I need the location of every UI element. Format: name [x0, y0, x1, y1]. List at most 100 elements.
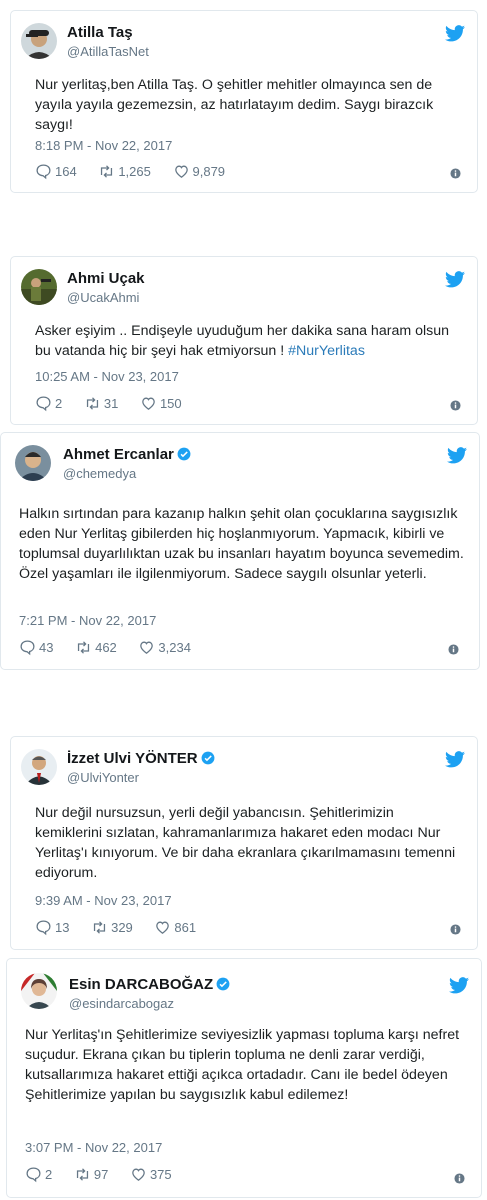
heart-icon — [132, 1168, 145, 1181]
author-handle[interactable]: @chemedya — [63, 466, 136, 482]
tweet-text: Nur yerlitaş,ben Atilla Taş. O şehitler … — [35, 77, 434, 133]
retweet-count: 329 — [111, 920, 133, 935]
author-name[interactable]: Ahmi Uçak — [67, 270, 145, 288]
like-button[interactable]: 9,879 — [173, 163, 226, 181]
reply-icon — [36, 164, 51, 180]
heart-icon — [140, 641, 154, 654]
avatar-suit-man-icon — [21, 749, 57, 785]
tweet-card: Ahmet Ercanlar @chemedya Halkın sırtında… — [0, 432, 480, 670]
tweet-actions: 2 97 375 — [25, 1166, 190, 1184]
reply-button[interactable]: 43 — [19, 639, 53, 657]
avatar[interactable] — [21, 973, 57, 1009]
like-button[interactable]: 375 — [130, 1166, 172, 1184]
tweet-text: Nur Yerlitaş'ın Şehitlerimize seviyesizl… — [25, 1027, 460, 1103]
hashtag-link[interactable]: #NurYerlitas — [288, 343, 365, 359]
tweet-actions: 164 1,265 9,879 — [35, 163, 243, 181]
author-name[interactable]: Esin DARCABOĞAZ — [69, 976, 230, 994]
tweet-actions: 13 329 861 — [35, 919, 214, 937]
retweet-button[interactable]: 31 — [84, 395, 118, 413]
tweet-timestamp[interactable]: 3:07 PM - Nov 22, 2017 — [25, 1140, 162, 1156]
like-count: 9,879 — [192, 164, 226, 179]
tweet-text: Nur değil nursuzsun, yerli değil yabancı… — [35, 805, 456, 881]
info-icon[interactable] — [450, 168, 461, 179]
tweet-body: Asker eşiyim .. Endişeyle uyuduğum her d… — [35, 323, 450, 359]
like-button[interactable]: 3,234 — [138, 639, 191, 657]
author-name-text: Ahmet Ercanlar — [63, 446, 174, 463]
twitter-bird-icon[interactable] — [445, 751, 465, 768]
tweet-card: Ahmi Uçak @UcakAhmi Asker eşiyim .. Endi… — [10, 256, 478, 425]
tweet-actions: 2 31 150 — [35, 395, 200, 413]
tweet-card: Esin DARCABOĞAZ @esindarcabogaz Nur Yerl… — [6, 958, 482, 1198]
avatar-cap-man-icon — [21, 23, 57, 59]
tweet-card: İzzet Ulvi YÖNTER @UlviYonter Nur değil … — [10, 736, 478, 950]
author-handle[interactable]: @UcakAhmi — [67, 290, 139, 306]
retweet-count: 97 — [93, 1167, 109, 1182]
tweet-text: Asker eşiyim .. Endişeyle uyuduğum her d… — [35, 321, 463, 361]
info-icon[interactable] — [454, 1173, 465, 1184]
avatar[interactable] — [21, 23, 57, 59]
retweet-icon — [76, 1168, 88, 1181]
heart-icon — [174, 165, 188, 178]
retweet-button[interactable]: 329 — [91, 919, 133, 937]
like-button[interactable]: 150 — [140, 395, 182, 413]
heart-icon — [156, 921, 170, 934]
twitter-bird-icon[interactable] — [445, 271, 465, 288]
author-name[interactable]: Atilla Taş — [67, 24, 133, 42]
retweet-count: 31 — [103, 396, 119, 411]
reply-count: 2 — [55, 396, 63, 411]
reply-count: 13 — [55, 920, 70, 935]
avatar[interactable] — [21, 269, 57, 305]
author-handle[interactable]: @AtillaTasNet — [67, 44, 149, 60]
retweet-icon — [101, 165, 113, 178]
reply-button[interactable]: 164 — [35, 163, 77, 181]
author-name[interactable]: Ahmet Ercanlar — [63, 446, 191, 464]
verified-badge-icon — [177, 447, 191, 461]
reply-icon — [26, 1167, 41, 1183]
retweet-button[interactable]: 1,265 — [98, 163, 151, 181]
retweet-button[interactable]: 462 — [75, 639, 117, 657]
like-button[interactable]: 861 — [154, 919, 196, 937]
tweet-timestamp[interactable]: 10:25 AM - Nov 23, 2017 — [35, 369, 179, 385]
retweet-icon — [86, 397, 98, 410]
author-name[interactable]: İzzet Ulvi YÖNTER — [67, 750, 215, 768]
twitter-bird-icon[interactable] — [447, 447, 467, 464]
author-name-text: İzzet Ulvi YÖNTER — [67, 750, 198, 767]
tweet-text: Halkın sırtından para kazanıp halkın şeh… — [19, 506, 464, 582]
retweet-icon — [77, 641, 90, 654]
avatar[interactable] — [15, 445, 51, 481]
reply-button[interactable]: 2 — [25, 1166, 52, 1184]
like-count: 861 — [174, 920, 197, 935]
info-icon[interactable] — [450, 924, 461, 935]
reply-icon — [20, 640, 35, 656]
reply-count: 43 — [39, 640, 54, 655]
avatar-soldier-icon — [21, 269, 57, 305]
info-icon[interactable] — [450, 400, 461, 411]
verified-badge-icon — [201, 751, 215, 765]
like-count: 375 — [149, 1167, 172, 1182]
info-icon[interactable] — [448, 644, 459, 655]
twitter-bird-icon[interactable] — [445, 25, 465, 42]
reply-count: 2 — [45, 1167, 53, 1182]
tweet-timestamp[interactable]: 7:21 PM - Nov 22, 2017 — [19, 613, 156, 629]
tweet-actions: 43 462 3,234 — [19, 639, 209, 657]
reply-icon — [36, 396, 51, 412]
author-name-text: Esin DARCABOĞAZ — [69, 976, 214, 993]
reply-button[interactable]: 13 — [35, 919, 69, 937]
heart-icon — [142, 397, 155, 410]
tweet-card: Atilla Taş @AtillaTasNet Nur yerlitaş,be… — [10, 10, 478, 193]
avatar[interactable] — [21, 749, 57, 785]
reply-button[interactable]: 2 — [35, 395, 62, 413]
tweet-timestamp[interactable]: 8:18 PM - Nov 22, 2017 — [35, 138, 172, 154]
avatar-man-icon — [15, 445, 51, 481]
twitter-bird-icon[interactable] — [449, 977, 469, 994]
verified-badge-icon — [216, 977, 230, 991]
retweet-count: 1,265 — [118, 164, 151, 179]
like-count: 150 — [159, 396, 182, 411]
retweet-icon — [93, 921, 106, 934]
reply-count: 164 — [55, 164, 77, 179]
author-handle[interactable]: @esindarcabogaz — [69, 996, 174, 1012]
tweet-timestamp[interactable]: 9:39 AM - Nov 23, 2017 — [35, 893, 172, 909]
reply-icon — [36, 920, 51, 936]
retweet-button[interactable]: 97 — [74, 1166, 108, 1184]
author-handle[interactable]: @UlviYonter — [67, 770, 139, 786]
